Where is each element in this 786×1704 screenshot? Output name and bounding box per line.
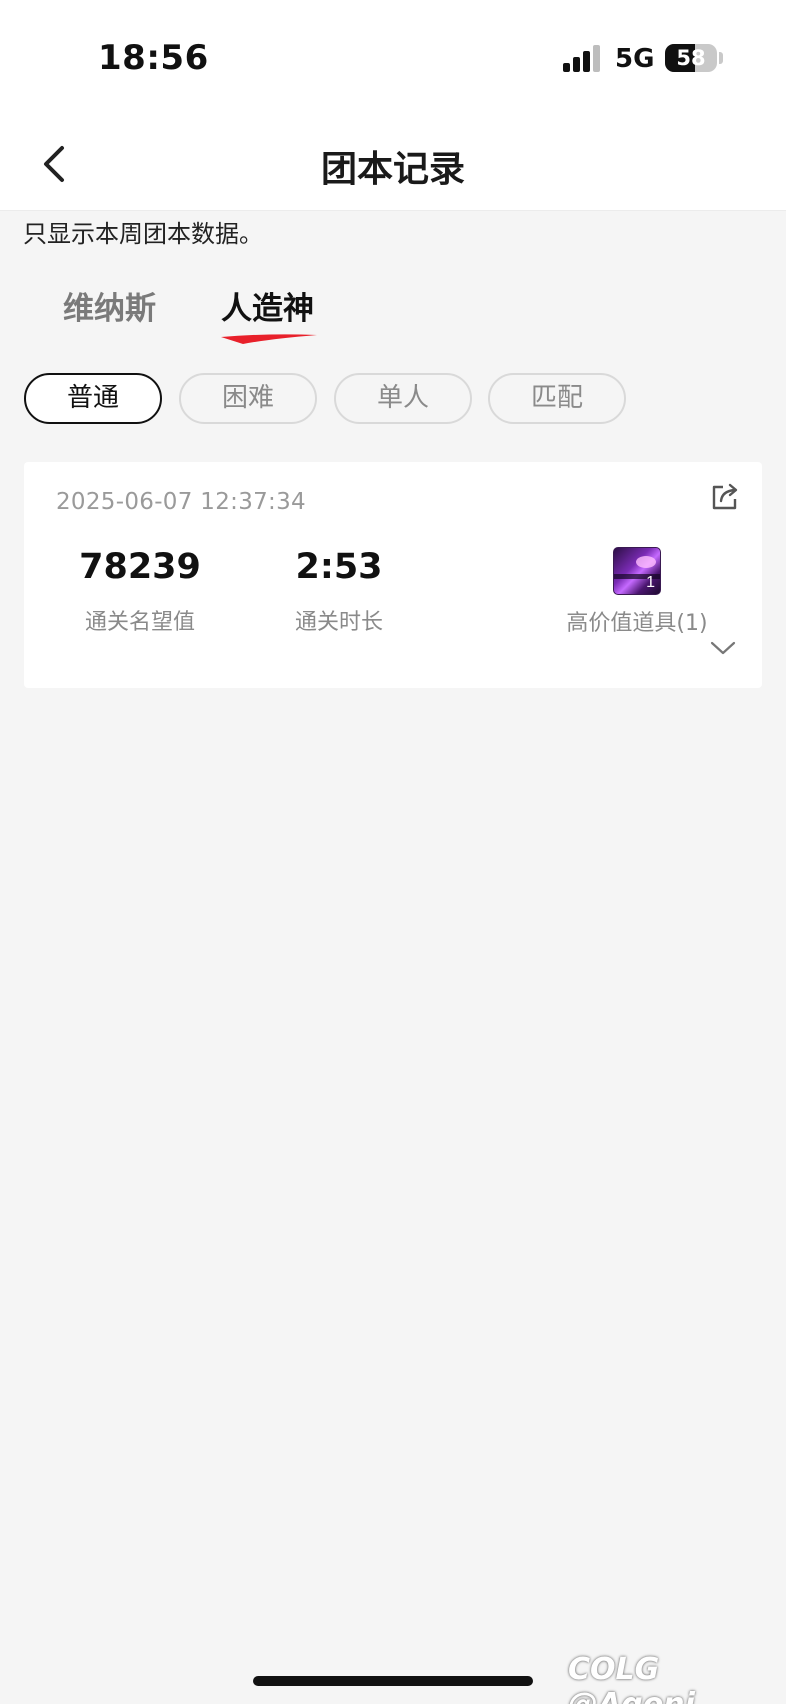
- fame-value: 78239: [79, 547, 201, 587]
- week-data-notice: 只显示本周团本数据。: [23, 220, 263, 248]
- tab-venus[interactable]: 维纳斯: [63, 283, 156, 328]
- record-timestamp: 2025-06-07 12:37:34: [56, 489, 306, 515]
- signal-icon: [563, 44, 603, 72]
- chevron-down-icon[interactable]: [710, 640, 736, 656]
- active-tab-indicator: [221, 334, 317, 344]
- battery-level: 58: [676, 46, 706, 70]
- high-value-item-label: 高价值道具(1): [566, 611, 708, 636]
- status-bar: 18:56 5G 58: [0, 0, 786, 118]
- high-value-item-thumbnail[interactable]: 1: [613, 547, 661, 595]
- status-time: 18:56: [98, 38, 209, 78]
- battery-cap: [719, 52, 723, 64]
- filter-match[interactable]: 匹配: [488, 373, 626, 424]
- battery-icon: 58: [665, 44, 717, 72]
- filter-solo[interactable]: 单人: [334, 373, 472, 424]
- fame-label: 通关名望值: [84, 610, 195, 635]
- network-type: 5G: [615, 44, 655, 74]
- duration-value: 2:53: [295, 547, 383, 587]
- home-indicator: [253, 1676, 533, 1686]
- item-count: 1: [646, 574, 655, 591]
- raid-record-card: 2025-06-07 12:37:34 78239 通关名望值 2:53 通关时…: [24, 462, 762, 688]
- share-icon[interactable]: [710, 482, 740, 512]
- duration-label: 通关时长: [294, 610, 383, 635]
- page-title: 团本记录: [320, 149, 465, 190]
- filter-normal[interactable]: 普通: [24, 373, 162, 424]
- item-glow: [636, 556, 656, 568]
- watermark: COLG @Agoni: [568, 1652, 695, 1704]
- filter-hard[interactable]: 困难: [179, 373, 317, 424]
- tab-artificial-god[interactable]: 人造神: [221, 283, 314, 328]
- nav-bar: 团本记录: [0, 118, 786, 211]
